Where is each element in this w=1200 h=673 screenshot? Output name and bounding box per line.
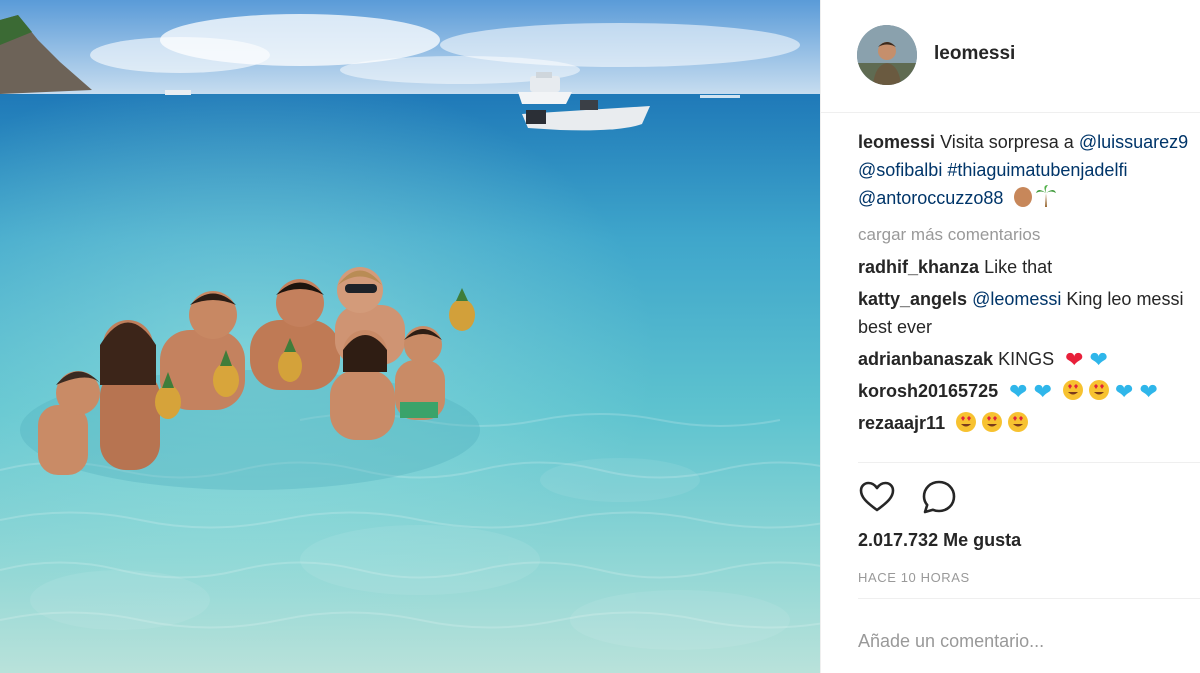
comment-mention[interactable]: @leomessi [972, 289, 1061, 309]
heart-eyes-emoji-icon [1008, 412, 1029, 432]
blue-heart-emoji-icon: ❤ [1139, 379, 1158, 404]
red-heart-emoji-icon: ❤ [1065, 347, 1084, 372]
heart-eyes-emoji-icon [1089, 380, 1110, 400]
actions-divider [858, 462, 1200, 463]
blue-heart-emoji-icon: ❤ [1009, 379, 1028, 404]
comment-text: Like that [984, 257, 1053, 277]
header-username[interactable]: leomessi [934, 43, 1015, 65]
comment-button[interactable] [920, 478, 960, 518]
comment-item: katty_angels @leomessi King leo messi be… [858, 285, 1200, 341]
blue-heart-emoji-icon: ❤ [1089, 347, 1108, 372]
comments-section: leomessi Visita sorpresa a @luissuarez9 … [858, 128, 1200, 437]
comment-item: radhif_khanza Like that [858, 253, 1200, 281]
heart-eyes-emoji-icon [1063, 380, 1084, 400]
likes-count[interactable]: 2.017.732 Me gusta [858, 530, 1021, 551]
post-caption: leomessi Visita sorpresa a @luissuarez9 … [858, 128, 1200, 215]
heart-outline-icon [859, 481, 895, 512]
like-button[interactable] [858, 478, 898, 518]
comment-username[interactable]: korosh20165725 [858, 381, 998, 401]
comment-item: korosh20165725 ❤ ❤ ❤ ❤ [858, 377, 1200, 405]
blue-heart-emoji-icon: ❤ [1115, 379, 1134, 404]
beach-scene-image [0, 0, 820, 673]
comment-username[interactable]: radhif_khanza [858, 257, 979, 277]
heart-eyes-emoji-icon [956, 412, 977, 432]
post-photo[interactable] [0, 0, 820, 673]
caption-mention-hashtag[interactable]: @sofibalbi #thiaguimatubenjadelfi [858, 156, 1200, 184]
comment-text: KINGS [998, 349, 1055, 369]
heart-eyes-emoji-icon [982, 412, 1003, 432]
post-header: leomessi [821, 0, 1200, 113]
caption-text: Visita sorpresa a [940, 132, 1079, 152]
palm-tree-emoji-icon [1036, 185, 1057, 215]
load-more-comments-link[interactable]: cargar más comentarios [858, 221, 1200, 249]
caption-username[interactable]: leomessi [858, 132, 935, 152]
blue-heart-emoji-icon: ❤ [1033, 379, 1052, 404]
post-timestamp[interactable]: HACE 10 HORAS [858, 570, 970, 585]
caption-mention[interactable]: @antoroccuzzo88 [858, 188, 1003, 208]
coconut-emoji-icon [1014, 187, 1033, 207]
avatar[interactable] [857, 25, 917, 85]
comment-username[interactable]: rezaaajr11 [858, 413, 945, 433]
post-actions [858, 478, 1200, 518]
add-comment-input[interactable] [858, 626, 1188, 656]
post-sidebar: leomessi leomessi Visita sorpresa a @lui… [820, 0, 1200, 673]
comment-username[interactable]: katty_angels [858, 289, 967, 309]
comment-item: rezaaajr11 [858, 409, 1200, 437]
comment-item: adrianbanaszak KINGS ❤ ❤ [858, 345, 1200, 373]
comment-username[interactable]: adrianbanaszak [858, 349, 993, 369]
caption-mention[interactable]: @luissuarez9 [1079, 132, 1188, 152]
speech-bubble-icon [922, 480, 956, 514]
avatar-image [857, 25, 917, 85]
add-comment-divider [858, 598, 1200, 599]
